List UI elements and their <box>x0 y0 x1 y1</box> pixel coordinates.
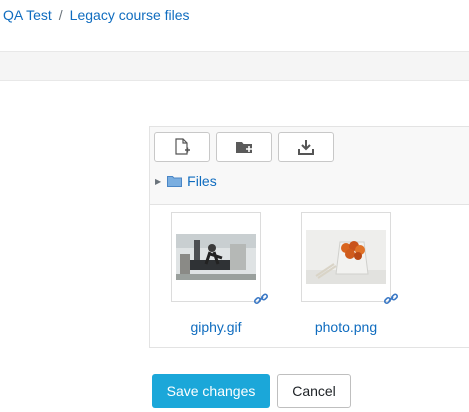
file-thumbnail[interactable] <box>171 212 261 302</box>
breadcrumb-link-legacy-files[interactable]: Legacy course files <box>70 7 190 23</box>
download-icon <box>297 139 315 155</box>
folder-icon <box>167 175 183 187</box>
food-box-thumbnail-image <box>306 230 386 284</box>
add-file-icon <box>174 138 190 156</box>
breadcrumb-separator: / <box>58 7 63 23</box>
file-thumbnail[interactable] <box>301 212 391 302</box>
link-icon <box>383 292 399 309</box>
breadcrumb: QA Test / Legacy course files <box>3 6 190 24</box>
file-manager-toolbar: ▶ Files <box>150 127 469 205</box>
save-changes-button[interactable]: Save changes <box>152 374 270 408</box>
create-folder-button[interactable] <box>216 132 272 162</box>
expand-triangle-icon[interactable]: ▶ <box>155 177 161 186</box>
breadcrumb-link-course[interactable]: QA Test <box>3 7 52 23</box>
cancel-button[interactable]: Cancel <box>277 374 351 408</box>
treadmill-thumbnail-image <box>176 234 256 280</box>
file-path-bar: ▶ Files <box>155 173 217 189</box>
file-name-label[interactable]: photo.png <box>296 318 396 336</box>
create-folder-icon <box>235 139 253 155</box>
header-divider-bar <box>0 51 469 81</box>
add-file-button[interactable] <box>154 132 210 162</box>
download-button[interactable] <box>278 132 334 162</box>
file-manager: ▶ Files giphy.gif photo.png <box>149 126 469 348</box>
file-name-label[interactable]: giphy.gif <box>166 318 266 336</box>
link-icon <box>253 292 269 309</box>
file-item-giphy[interactable]: giphy.gif <box>171 212 291 342</box>
path-files-link[interactable]: Files <box>187 173 217 189</box>
file-item-photo[interactable]: photo.png <box>301 212 421 342</box>
